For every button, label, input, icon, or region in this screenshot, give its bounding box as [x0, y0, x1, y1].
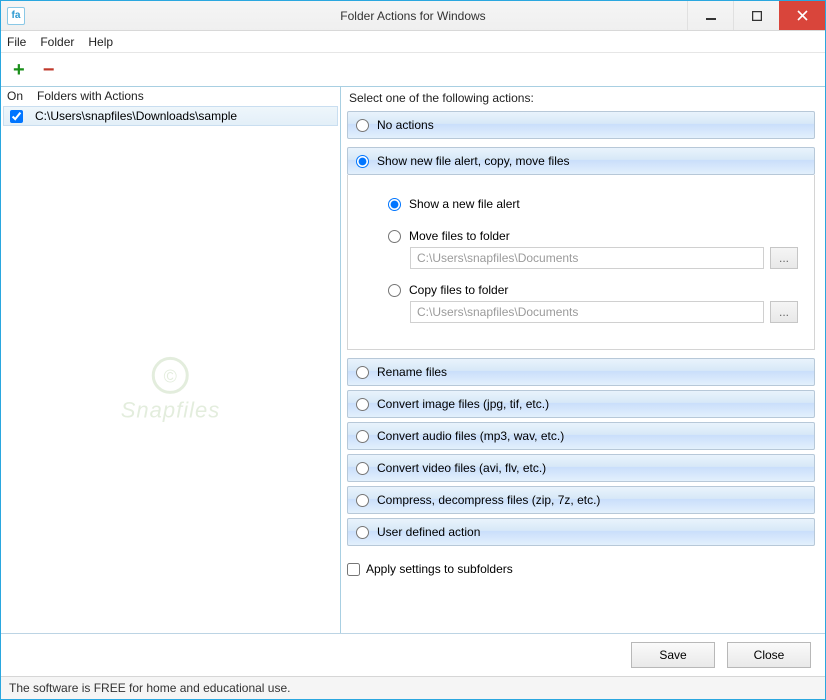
- option-compress-radio[interactable]: [356, 494, 369, 507]
- move-path-row: ...: [410, 247, 798, 269]
- actions-panel: Select one of the following actions: No …: [341, 87, 825, 633]
- status-bar: The software is FREE for home and educat…: [1, 676, 825, 699]
- option-alert-copy-move-label: Show new file alert, copy, move files: [377, 154, 570, 168]
- option-convert-image-label: Convert image files (jpg, tif, etc.): [377, 397, 549, 411]
- folders-list: C:\Users\snapfiles\Downloads\sample © Sn…: [1, 105, 340, 633]
- select-action-label: Select one of the following actions:: [349, 91, 815, 105]
- folders-panel: On Folders with Actions C:\Users\snapfil…: [1, 87, 341, 633]
- subopt-move[interactable]: Move files to folder: [388, 229, 798, 243]
- window-controls: [687, 1, 825, 30]
- option-convert-audio-radio[interactable]: [356, 430, 369, 443]
- option-rename-label: Rename files: [377, 365, 447, 379]
- apply-subfolders-row: Apply settings to subfolders: [347, 562, 815, 576]
- subopt-move-label: Move files to folder: [409, 229, 510, 243]
- option-convert-video-radio[interactable]: [356, 462, 369, 475]
- main-area: On Folders with Actions C:\Users\snapfil…: [1, 87, 825, 633]
- titlebar: fa Folder Actions for Windows: [1, 1, 825, 31]
- option-alert-copy-move[interactable]: Show new file alert, copy, move files: [347, 147, 815, 175]
- subopt-copy-label: Copy files to folder: [409, 283, 508, 297]
- browse-copy-button[interactable]: ...: [770, 301, 798, 323]
- column-on: On: [7, 89, 37, 105]
- copy-path-row: ...: [410, 301, 798, 323]
- maximize-button[interactable]: [733, 1, 779, 30]
- subopt-copy-radio[interactable]: [388, 284, 401, 297]
- save-button[interactable]: Save: [631, 642, 715, 668]
- column-folders: Folders with Actions: [37, 89, 144, 105]
- folder-path: C:\Users\snapfiles\Downloads\sample: [35, 109, 237, 123]
- option-user-defined-radio[interactable]: [356, 526, 369, 539]
- copy-path-input[interactable]: [410, 301, 764, 323]
- alert-sub-panel: Show a new file alert Move files to fold…: [347, 175, 815, 350]
- option-no-actions-radio[interactable]: [356, 119, 369, 132]
- option-convert-audio-label: Convert audio files (mp3, wav, etc.): [377, 429, 564, 443]
- option-convert-video-label: Convert video files (avi, flv, etc.): [377, 461, 546, 475]
- remove-folder-button[interactable]: −: [43, 60, 55, 80]
- apply-subfolders-checkbox[interactable]: [347, 563, 360, 576]
- option-compress-label: Compress, decompress files (zip, 7z, etc…: [377, 493, 600, 507]
- option-compress[interactable]: Compress, decompress files (zip, 7z, etc…: [347, 486, 815, 514]
- subopt-show-alert-radio[interactable]: [388, 198, 401, 211]
- subopt-show-alert[interactable]: Show a new file alert: [388, 197, 798, 211]
- folder-enabled-checkbox[interactable]: [10, 110, 23, 123]
- folders-header: On Folders with Actions: [1, 87, 340, 105]
- menu-file[interactable]: File: [7, 35, 26, 49]
- app-icon: fa: [7, 7, 25, 25]
- option-no-actions[interactable]: No actions: [347, 111, 815, 139]
- option-convert-video[interactable]: Convert video files (avi, flv, etc.): [347, 454, 815, 482]
- footer-buttons: Save Close: [1, 633, 825, 676]
- move-path-input[interactable]: [410, 247, 764, 269]
- menubar: File Folder Help: [1, 31, 825, 53]
- subopt-show-alert-label: Show a new file alert: [409, 197, 520, 211]
- apply-subfolders-label: Apply settings to subfolders: [366, 562, 513, 576]
- add-folder-button[interactable]: +: [13, 60, 25, 80]
- option-user-defined-label: User defined action: [377, 525, 480, 539]
- close-app-button[interactable]: Close: [727, 642, 811, 668]
- option-rename[interactable]: Rename files: [347, 358, 815, 386]
- svg-text:©: ©: [164, 366, 177, 386]
- option-no-actions-label: No actions: [377, 118, 434, 132]
- menu-folder[interactable]: Folder: [40, 35, 74, 49]
- close-button[interactable]: [779, 1, 825, 30]
- menu-help[interactable]: Help: [88, 35, 113, 49]
- list-item[interactable]: C:\Users\snapfiles\Downloads\sample: [3, 106, 338, 126]
- option-user-defined[interactable]: User defined action: [347, 518, 815, 546]
- option-alert-copy-move-radio[interactable]: [356, 155, 369, 168]
- watermark: © Snapfiles: [121, 355, 221, 423]
- option-rename-radio[interactable]: [356, 366, 369, 379]
- option-convert-image-radio[interactable]: [356, 398, 369, 411]
- option-convert-image[interactable]: Convert image files (jpg, tif, etc.): [347, 390, 815, 418]
- browse-move-button[interactable]: ...: [770, 247, 798, 269]
- subopt-move-radio[interactable]: [388, 230, 401, 243]
- option-convert-audio[interactable]: Convert audio files (mp3, wav, etc.): [347, 422, 815, 450]
- minimize-button[interactable]: [687, 1, 733, 30]
- toolbar: + −: [1, 53, 825, 87]
- subopt-copy[interactable]: Copy files to folder: [388, 283, 798, 297]
